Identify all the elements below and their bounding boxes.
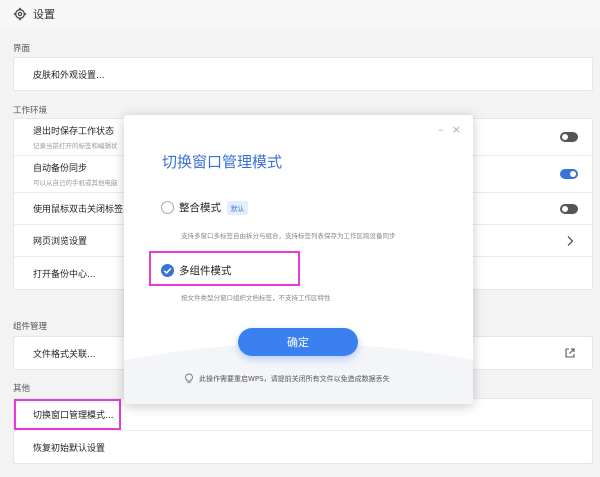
row-label: 自动备份同步: [33, 164, 88, 174]
dialog-title: 切换窗口管理模式: [162, 153, 283, 171]
skin-appearance-row[interactable]: 皮肤和外观设置...: [14, 58, 592, 90]
row-sublabel: 可以从自己的手机或其他电脑: [33, 179, 118, 187]
restore-defaults-row[interactable]: 恢复初始默认设置: [14, 431, 592, 463]
row-label: 使用鼠标双击关闭标签: [33, 205, 124, 215]
external-link-icon: [565, 348, 575, 358]
interface-group: 皮肤和外观设置...: [13, 57, 593, 91]
section-label-other: 其他: [13, 384, 31, 394]
section-label-interface: 界面: [13, 44, 31, 54]
settings-titlebar: 设置: [0, 0, 600, 28]
chevron-right-icon: [567, 235, 574, 246]
section-label-components: 组件管理: [13, 322, 48, 332]
row-label: 皮肤和外观设置...: [33, 70, 105, 81]
row-label: 网页浏览设置: [33, 237, 88, 247]
double-click-close-toggle[interactable]: [560, 203, 578, 214]
radio-unchecked-icon[interactable]: [161, 201, 174, 214]
minimize-icon[interactable]: –: [438, 123, 444, 136]
row-label: 打开备份中心...: [33, 269, 96, 280]
option-label: 整合模式: [179, 202, 221, 214]
close-icon[interactable]: ×: [452, 123, 461, 136]
row-sublabel: 记录当前打开的标签和编辑状: [33, 142, 118, 150]
highlight-box: [14, 399, 121, 430]
option-description: 按文件类型分窗口组织文档标签，不支持工作区特性: [181, 294, 331, 302]
confirm-button[interactable]: 确定: [238, 328, 358, 356]
window-controls: – ×: [438, 123, 461, 136]
save-work-state-toggle[interactable]: [560, 132, 578, 142]
row-label: 恢复初始默认设置: [33, 443, 106, 454]
notice-text: 此操作需要重启WPS，请提前关闭所有文件以免造成数据丢失: [199, 374, 390, 383]
gear-icon: [13, 7, 27, 21]
restart-notice: 此操作需要重启WPS，请提前关闭所有文件以免造成数据丢失: [184, 373, 390, 384]
highlight-box: [149, 251, 300, 286]
lightbulb-icon: [185, 373, 193, 384]
auto-backup-toggle[interactable]: [560, 169, 578, 179]
default-badge: 默认: [227, 200, 248, 215]
option-integrated-mode[interactable]: 整合模式 默认: [161, 200, 248, 215]
row-label: 文件格式关联...: [33, 349, 96, 360]
section-label-workspace: 工作环境: [13, 106, 48, 116]
row-label: 退出时保存工作状态: [33, 127, 115, 137]
page-title: 设置: [33, 8, 55, 21]
option-description: 支持多窗口多标签自由拆分与组合，支持标签列表保存为工作区跨设备同步: [181, 232, 396, 240]
